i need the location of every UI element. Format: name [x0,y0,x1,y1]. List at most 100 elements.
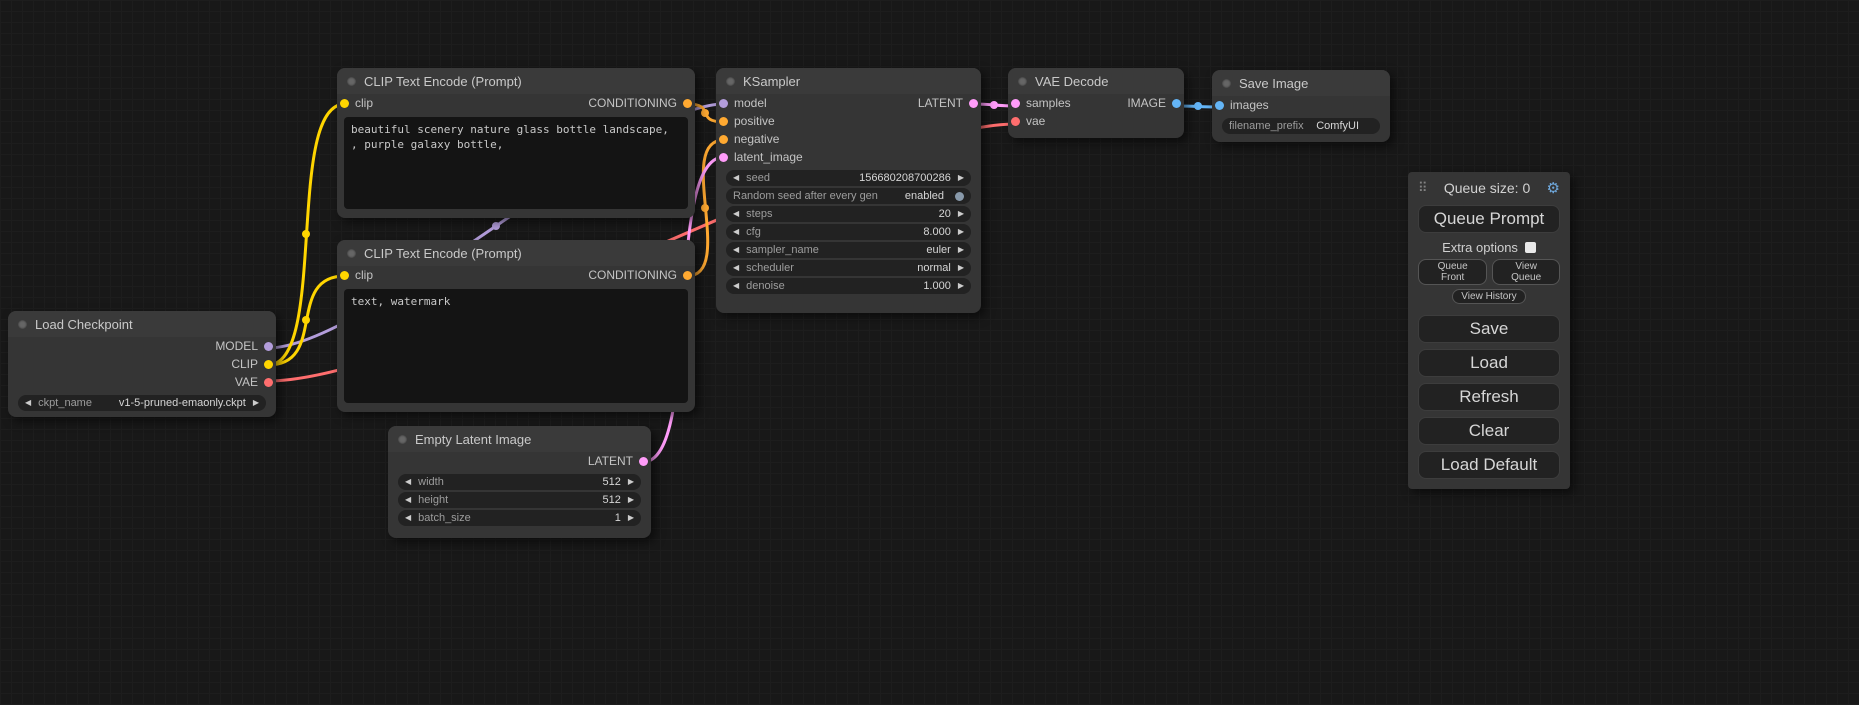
widget-batch-size[interactable]: ◀ batch_size 1 ▶ [398,510,641,526]
widget-cfg[interactable]: ◀ cfg 8.000 ▶ [726,224,971,240]
arrow-left-icon[interactable]: ◀ [405,474,411,490]
node-title-bar[interactable]: Load Checkpoint [8,311,276,337]
node-title-bar[interactable]: Empty Latent Image [388,426,651,452]
node-title-bar[interactable]: KSampler [716,68,981,94]
prompt-textarea[interactable]: text, watermark [344,289,688,403]
input-port-samples[interactable] [1011,99,1020,108]
node-title-bar[interactable]: Save Image [1212,70,1390,96]
extra-options-label: Extra options [1442,240,1518,255]
node-save-image[interactable]: Save Image images filename_prefix ComfyU… [1212,70,1390,142]
arrow-right-icon[interactable]: ▶ [253,395,259,411]
output-label-image: IMAGE [1127,96,1166,110]
node-empty-latent-image[interactable]: Empty Latent Image LATENT ◀ width 512 ▶ … [388,426,651,538]
widget-steps[interactable]: ◀ steps 20 ▶ [726,206,971,222]
input-label-samples: samples [1026,96,1071,110]
output-label-conditioning: CONDITIONING [588,268,677,282]
queue-front-button[interactable]: Queue Front [1418,259,1487,285]
output-port-clip[interactable] [264,360,273,369]
arrow-left-icon[interactable]: ◀ [733,224,739,240]
arrow-right-icon[interactable]: ▶ [628,510,634,526]
input-port-model[interactable] [719,99,728,108]
drag-handle-icon[interactable]: ⠿ [1418,180,1428,196]
clear-button[interactable]: Clear [1418,417,1560,445]
input-port-clip[interactable] [340,271,349,280]
input-port-clip[interactable] [340,99,349,108]
collapse-dot-icon[interactable] [18,320,27,329]
output-port-conditioning[interactable] [683,271,692,280]
input-label-model: model [734,96,767,110]
extra-options-checkbox[interactable] [1525,242,1536,253]
prompt-textarea[interactable]: beautiful scenery nature glass bottle la… [344,117,688,209]
queue-prompt-button[interactable]: Queue Prompt [1418,205,1560,233]
node-title-bar[interactable]: CLIP Text Encode (Prompt) [337,68,695,94]
arrow-left-icon[interactable]: ◀ [733,242,739,258]
toggle-on-icon[interactable] [955,192,964,201]
arrow-right-icon[interactable]: ▶ [958,242,964,258]
arrow-left-icon[interactable]: ◀ [733,170,739,186]
arrow-right-icon[interactable]: ▶ [958,206,964,222]
arrow-left-icon[interactable]: ◀ [733,206,739,222]
widget-width[interactable]: ◀ width 512 ▶ [398,474,641,490]
widget-filename-prefix[interactable]: filename_prefix ComfyUI [1222,118,1380,134]
view-history-button[interactable]: View History [1452,289,1525,304]
collapse-dot-icon[interactable] [347,249,356,258]
collapse-dot-icon[interactable] [726,77,735,86]
node-title-bar[interactable]: VAE Decode [1008,68,1184,94]
refresh-button[interactable]: Refresh [1418,383,1560,411]
arrow-left-icon[interactable]: ◀ [405,492,411,508]
input-port-positive[interactable] [719,117,728,126]
widget-value: enabled [905,190,944,202]
collapse-dot-icon[interactable] [1018,77,1027,86]
settings-gear-icon[interactable]: ⚙ [1547,179,1560,197]
output-port-image[interactable] [1172,99,1181,108]
input-port-vae[interactable] [1011,117,1020,126]
widget-random-seed-toggle[interactable]: Random seed after every gen enabled [726,188,971,204]
arrow-right-icon[interactable]: ▶ [628,492,634,508]
output-port-conditioning[interactable] [683,99,692,108]
widget-sampler-name[interactable]: ◀ sampler_name euler ▶ [726,242,971,258]
arrow-left-icon[interactable]: ◀ [733,278,739,294]
input-port-images[interactable] [1215,101,1224,110]
widget-label: ckpt_name [38,397,92,409]
arrow-right-icon[interactable]: ▶ [958,170,964,186]
widget-height[interactable]: ◀ height 512 ▶ [398,492,641,508]
node-ksampler[interactable]: KSampler model LATENT positive negative [716,68,981,313]
input-port-negative[interactable] [719,135,728,144]
node-title-bar[interactable]: CLIP Text Encode (Prompt) [337,240,695,266]
output-port-model[interactable] [264,342,273,351]
arrow-left-icon[interactable]: ◀ [405,510,411,526]
view-queue-button[interactable]: View Queue [1492,259,1560,285]
output-port-vae[interactable] [264,378,273,387]
node-title: KSampler [743,74,800,89]
collapse-dot-icon[interactable] [398,435,407,444]
input-label-vae: vae [1026,114,1045,128]
output-port-latent[interactable] [969,99,978,108]
output-port-latent[interactable] [639,457,648,466]
arrow-right-icon[interactable]: ▶ [958,224,964,240]
widget-ckpt-name[interactable]: ◀ ckpt_name v1-5-pruned-emaonly.ckpt ▶ [18,395,266,411]
arrow-right-icon[interactable]: ▶ [628,474,634,490]
node-vae-decode[interactable]: VAE Decode samples IMAGE vae [1008,68,1184,138]
link-midpoint-dot [1194,102,1202,110]
widget-label: steps [746,208,772,220]
link-midpoint-dot [302,230,310,238]
widget-scheduler[interactable]: ◀ scheduler normal ▶ [726,260,971,276]
arrow-right-icon[interactable]: ▶ [958,260,964,276]
collapse-dot-icon[interactable] [347,77,356,86]
node-clip-text-encode-positive[interactable]: CLIP Text Encode (Prompt) clip CONDITION… [337,68,695,218]
widget-seed[interactable]: ◀ seed 156680208700286 ▶ [726,170,971,186]
output-label-conditioning: CONDITIONING [588,96,677,110]
widget-label: Random seed after every gen [733,190,878,202]
input-port-latent-image[interactable] [719,153,728,162]
load-button[interactable]: Load [1418,349,1560,377]
save-button[interactable]: Save [1418,315,1560,343]
node-load-checkpoint[interactable]: Load Checkpoint MODEL CLIP VAE ◀ ckpt_na… [8,311,276,417]
arrow-right-icon[interactable]: ▶ [958,278,964,294]
load-default-button[interactable]: Load Default [1418,451,1560,479]
arrow-left-icon[interactable]: ◀ [25,395,31,411]
node-graph-canvas[interactable]: Load Checkpoint MODEL CLIP VAE ◀ ckpt_na… [0,0,1859,705]
widget-denoise[interactable]: ◀ denoise 1.000 ▶ [726,278,971,294]
arrow-left-icon[interactable]: ◀ [733,260,739,276]
collapse-dot-icon[interactable] [1222,79,1231,88]
node-clip-text-encode-negative[interactable]: CLIP Text Encode (Prompt) clip CONDITION… [337,240,695,412]
